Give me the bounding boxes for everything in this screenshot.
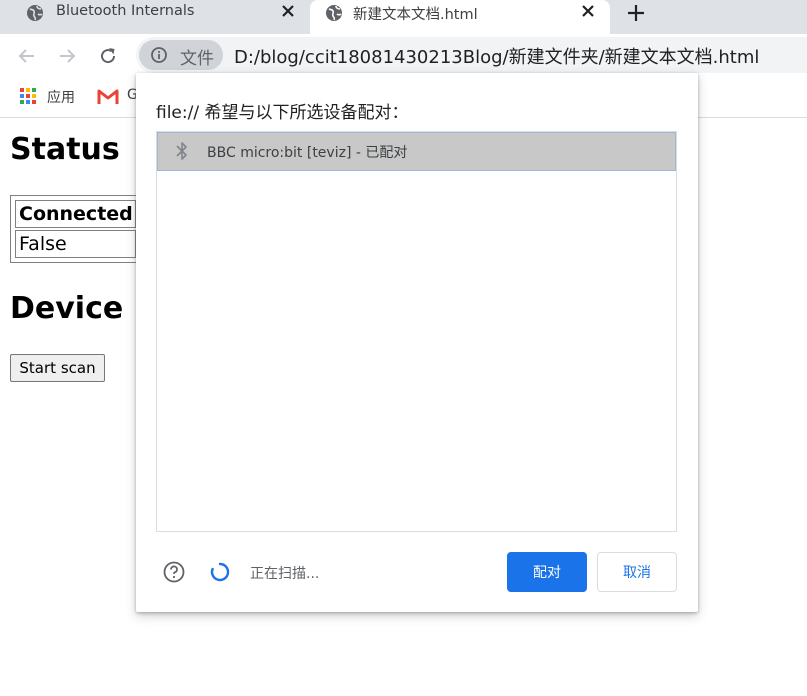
status-heading: Status (10, 132, 120, 167)
close-icon[interactable] (580, 3, 596, 19)
address-bar[interactable]: 文件 D:/blog/ccit18081430213Blog/新建文件夹/新建文… (136, 37, 807, 73)
globe-icon (26, 4, 44, 22)
start-scan-button[interactable]: Start scan (10, 354, 105, 382)
status-table: Connected False (10, 195, 141, 263)
info-icon (150, 46, 168, 64)
reload-icon[interactable] (96, 44, 120, 68)
apps-grid-icon[interactable] (19, 87, 37, 105)
scanning-status: 正在扫描... (250, 566, 320, 582)
bluetooth-icon (175, 141, 189, 161)
status-table-header: Connected (15, 200, 136, 228)
device-label: BBC micro:bit [teviz] - 已配对 (207, 145, 408, 161)
site-info-chip[interactable]: 文件 (139, 40, 223, 70)
help-circle-icon[interactable] (162, 560, 186, 584)
bluetooth-chooser-dialog: file:// 希望与以下所选设备配对： BBC micro:bit [tevi… (136, 73, 698, 612)
arrow-left-icon[interactable] (15, 44, 39, 68)
dialog-title: file:// 希望与以下所选设备配对： (156, 103, 409, 123)
close-icon[interactable] (280, 3, 296, 19)
url-text[interactable]: D:/blog/ccit18081430213Blog/新建文件夹/新建文本文档… (234, 43, 759, 69)
tab-active-document[interactable]: 新建文本文档.html (310, 0, 610, 34)
gmail-icon[interactable] (97, 88, 119, 105)
globe-icon (325, 4, 343, 22)
plus-icon[interactable] (624, 1, 648, 25)
arrow-right-icon[interactable] (55, 44, 79, 68)
bookmark-apps-label[interactable]: 应用 (47, 87, 75, 107)
status-table-value: False (15, 230, 136, 258)
device-list[interactable]: BBC micro:bit [teviz] - 已配对 (156, 131, 677, 532)
spinner-icon (209, 561, 231, 583)
tab-title: 新建文本文档.html (353, 7, 478, 23)
tab-bluetooth-internals[interactable]: Bluetooth Internals (0, 0, 310, 34)
device-list-item[interactable]: BBC micro:bit [teviz] - 已配对 (157, 132, 676, 171)
tab-title: Bluetooth Internals (56, 3, 195, 19)
pair-button[interactable]: 配对 (507, 552, 587, 592)
cancel-button[interactable]: 取消 (597, 552, 677, 592)
tab-strip: Bluetooth Internals 新建文本文档.html (0, 0, 807, 34)
browser-toolbar: 文件 D:/blog/ccit18081430213Blog/新建文件夹/新建文… (0, 34, 807, 78)
scheme-label: 文件 (180, 49, 214, 69)
